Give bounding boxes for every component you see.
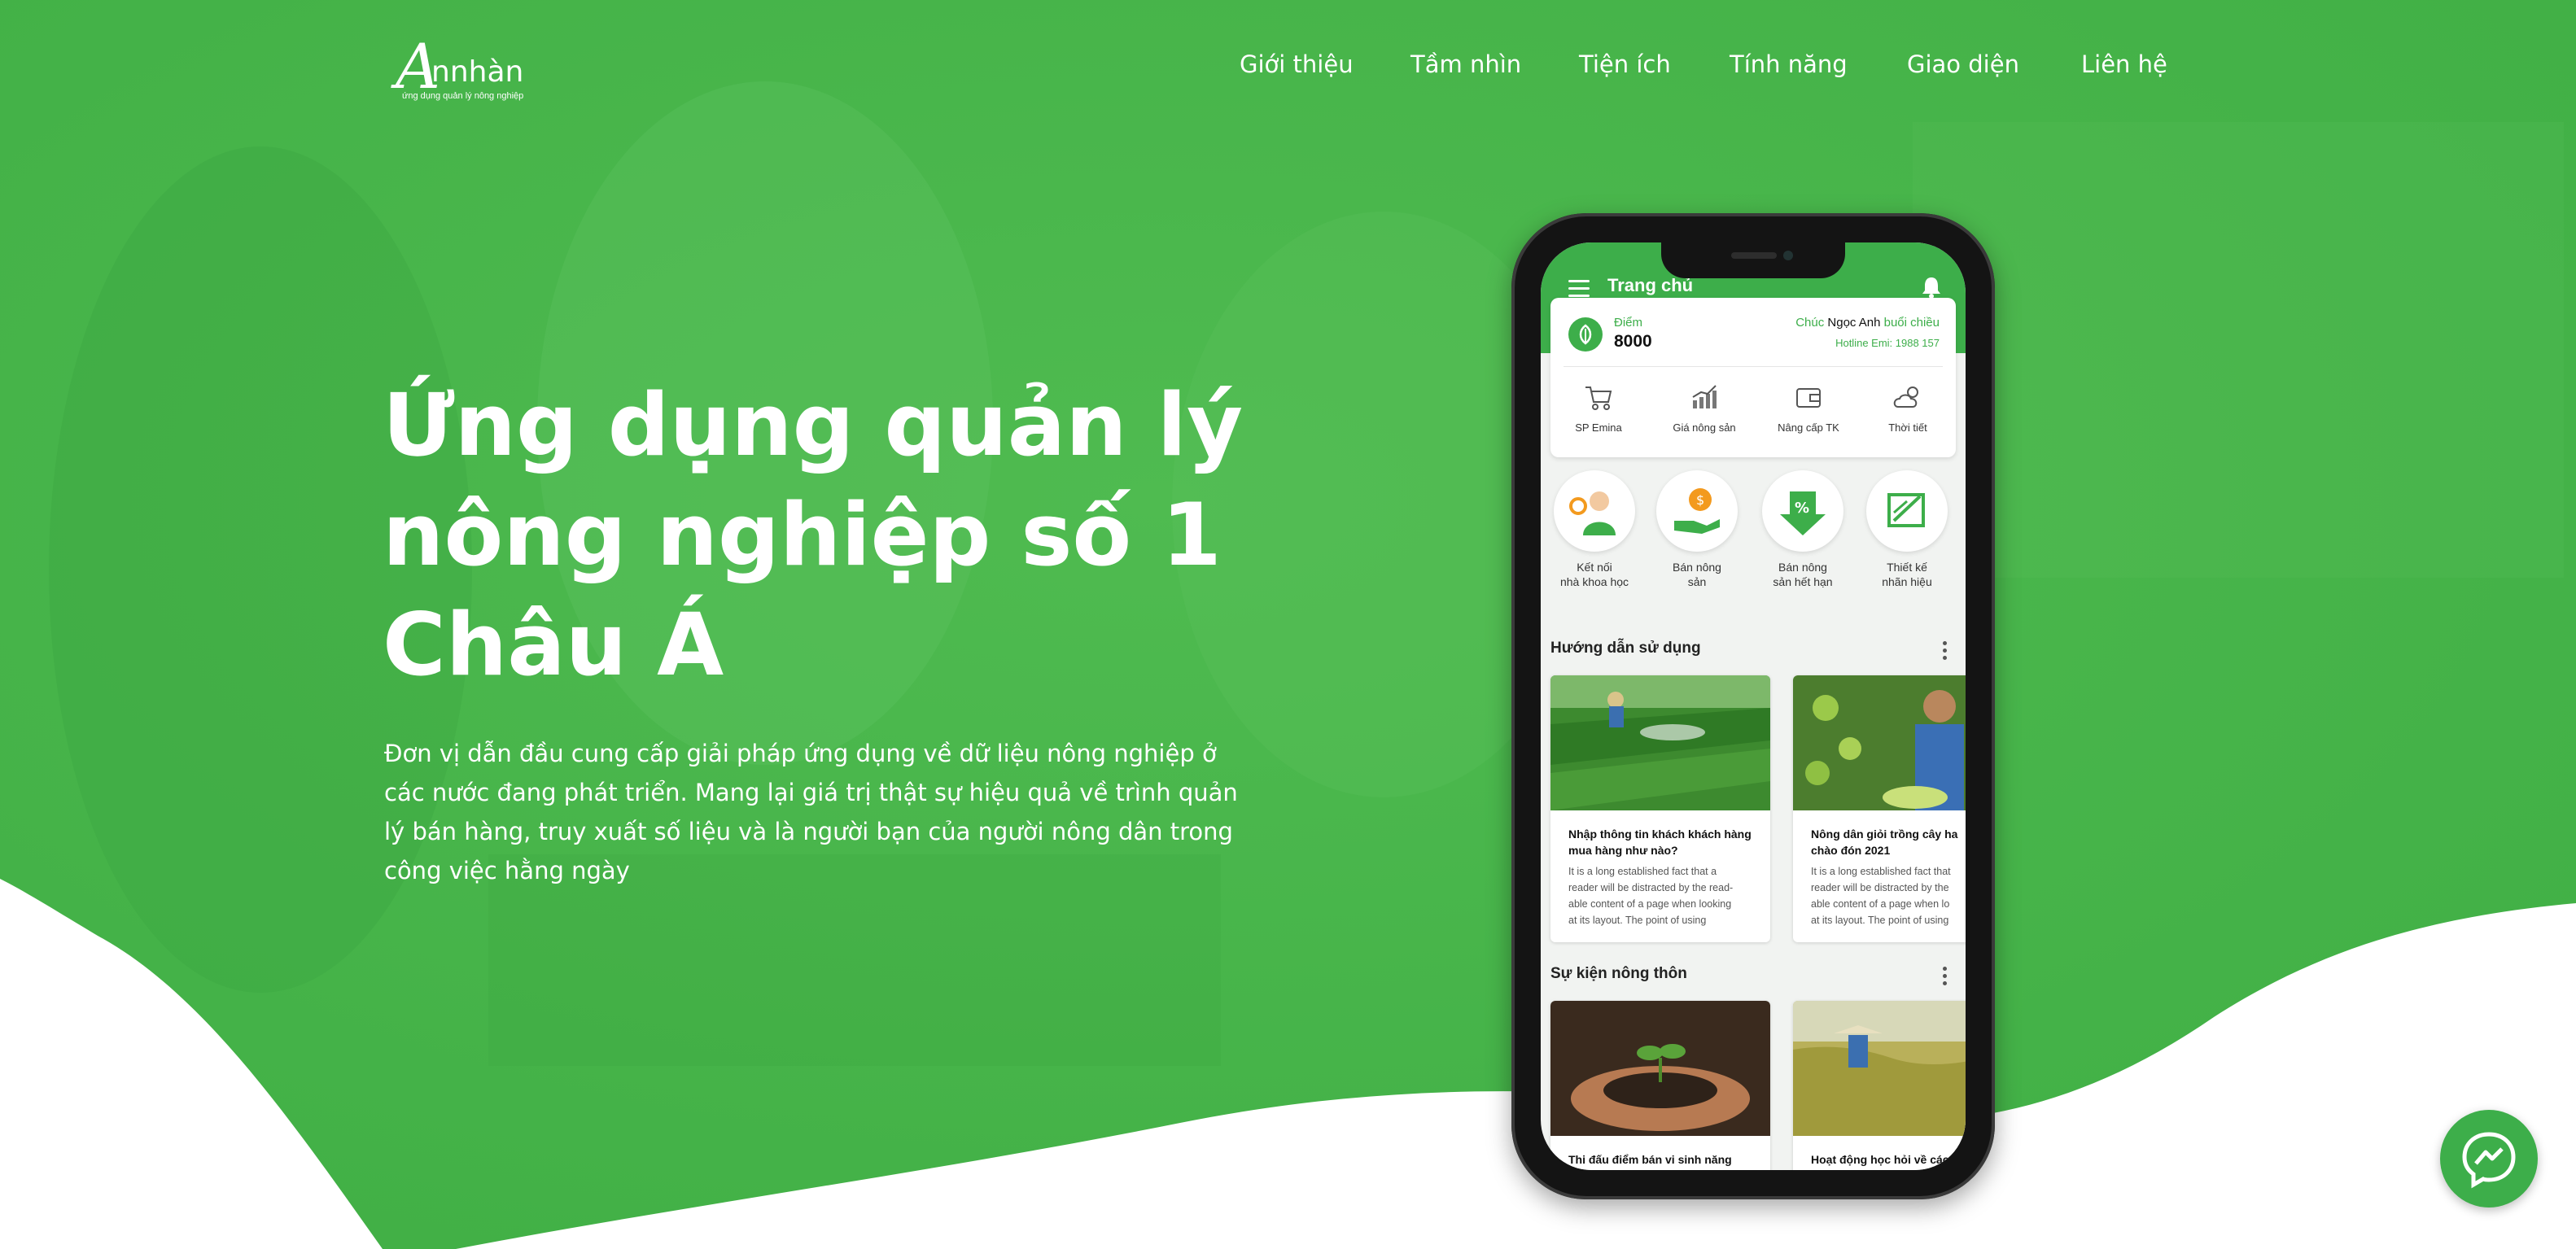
bell-icon[interactable] — [1920, 275, 1943, 299]
points-label: Điểm — [1614, 316, 1643, 330]
quick-action-gia-nong-san[interactable]: Giá nông sản — [1660, 382, 1749, 434]
svg-text:$: $ — [1696, 492, 1704, 508]
hero-title-line: Châu Á — [383, 595, 724, 695]
price-chart-icon — [1692, 385, 1717, 408]
event-card-title: Thi đấu điểm bán vi sinh năng — [1568, 1153, 1732, 1166]
event-card[interactable]: Hoạt động học hỏi về các — [1793, 1001, 1966, 1170]
guide-section-title: Hướng dẫn sử dụng — [1550, 640, 1701, 657]
quick-action-sp-emina[interactable]: SP Emina — [1554, 382, 1643, 434]
feature-ban-nong-san[interactable]: $ Bán nông sản — [1648, 470, 1746, 589]
quick-action-label: Thời tiết — [1888, 421, 1927, 434]
weather-icon — [1893, 386, 1918, 408]
app-title: Trang chủ — [1607, 275, 1694, 295]
seedling-hands-image — [1550, 1001, 1770, 1136]
phone-screen: Trang chủ Điểm 8000 Chúc Ngọc Anh buổi c… — [1541, 242, 1966, 1170]
greeting-prefix: Chúc — [1795, 316, 1825, 330]
phone-mockup: Trang chủ Điểm 8000 Chúc Ngọc Anh buổi c… — [1511, 213, 1995, 1199]
nav-link-tam-nhin[interactable]: Tầm nhìn — [1410, 50, 1521, 78]
messenger-icon — [2462, 1132, 2516, 1189]
rice-field-image — [1793, 1001, 1966, 1136]
svg-text:%: % — [1795, 500, 1809, 517]
points-value: 8000 — [1614, 332, 1652, 351]
design-icon — [1866, 470, 1948, 552]
feature-ket-noi-nha-khoa-hoc[interactable]: Kết nối nhà khoa học — [1546, 470, 1643, 589]
scientist-icon — [1554, 470, 1635, 552]
nav-link-lien-he[interactable]: Liên hệ — [2081, 50, 2167, 78]
feature-ban-nong-san-het-han[interactable]: % Bán nông sản hết hạn — [1754, 470, 1852, 589]
feature-label: Bán nông sản — [1673, 561, 1721, 588]
nav-link-giao-dien[interactable]: Giao diện — [1907, 50, 2019, 78]
discount-icon: % — [1762, 470, 1843, 552]
wallet-icon — [1796, 388, 1821, 408]
greeting-suffix: buổi chiều — [1883, 316, 1940, 330]
events-section-title: Sự kiện nông thôn — [1550, 965, 1687, 982]
event-card-title: Hoạt động học hỏi về các — [1811, 1153, 1949, 1166]
hero-section: A nnhàn ứng dụng quản lý nông nghiệp Giớ… — [0, 0, 2576, 1249]
feature-label: Thiết kế nhãn hiệu — [1882, 561, 1932, 588]
card-divider — [1564, 366, 1943, 367]
messenger-chat-button[interactable] — [2440, 1110, 2538, 1208]
camera-dot — [1783, 251, 1793, 260]
money-hand-icon: $ — [1656, 470, 1738, 552]
hotline: Hotline Emi: 1988 157 — [1835, 337, 1940, 349]
brand-logo[interactable]: A nnhàn ứng dụng quản lý nông nghiệp — [396, 36, 534, 104]
greeting-name: Ngọc Anh — [1827, 316, 1881, 330]
speaker-grille — [1731, 252, 1777, 259]
greeting: Chúc Ngọc Anh buổi chiều — [1795, 316, 1940, 330]
event-card[interactable]: Thi đấu điểm bán vi sinh năng — [1550, 1001, 1770, 1170]
quick-action-label: Giá nông sản — [1673, 421, 1736, 434]
guide-card-body: It is a long established fact that a rea… — [1568, 866, 1734, 926]
hero-title-line: nông nghiệp số 1 — [383, 485, 1222, 585]
feature-label: Kết nối nhà khoa học — [1559, 561, 1629, 588]
feature-thiet-ke-nhan-hieu[interactable]: Thiết kế nhãn hiệu — [1858, 470, 1956, 589]
guide-card[interactable]: Nông dân giỏi trồng cây ha chào đón 2021 … — [1793, 675, 1966, 942]
points-card: Điểm 8000 Chúc Ngọc Anh buổi chiều Hotli… — [1550, 298, 1956, 457]
hamburger-menu-icon[interactable] — [1568, 280, 1590, 297]
guide-card-title: Nông dân giỏi trồng cây ha chào đón 2021 — [1811, 828, 1958, 857]
nav-link-gioi-thieu[interactable]: Giới thiệu — [1240, 50, 1354, 78]
quick-action-label: SP Emina — [1575, 421, 1622, 434]
cart-icon — [1585, 386, 1612, 410]
citrus-farmer-image — [1793, 675, 1966, 810]
logo-tagline: ứng dụng quản lý nông nghiệp — [402, 91, 524, 101]
phone-notch — [1661, 242, 1845, 278]
hero-title: Ứng dụng quản lý nông nghiệp số 1 Châu Á — [383, 370, 1319, 700]
logo-text: nnhàn — [431, 55, 524, 89]
nav-link-tien-ich[interactable]: Tiện ích — [1579, 50, 1671, 78]
leaf-icon — [1568, 317, 1603, 352]
guide-card-title: Nhập thông tin khách khách hàng mua hàng … — [1568, 828, 1752, 857]
more-vertical-icon[interactable] — [1943, 967, 1948, 989]
hero-title-line: Ứng dụng quản lý — [383, 375, 1244, 475]
field-spraying-image — [1550, 675, 1770, 810]
hero-description: Đơn vị dẫn đầu cung cấp giải pháp ứng dụ… — [384, 740, 1238, 884]
quick-action-thoi-tiet[interactable]: Thời tiết — [1863, 382, 1953, 434]
quick-action-label: Nâng cấp TK — [1778, 421, 1839, 434]
feature-label: Bán nông sản hết hạn — [1773, 561, 1833, 588]
quick-action-nang-cap-tk[interactable]: Nâng cấp TK — [1764, 382, 1853, 434]
more-vertical-icon[interactable] — [1943, 641, 1948, 663]
guide-card-body: It is a long established fact that reade… — [1811, 866, 1951, 926]
nav-link-tinh-nang[interactable]: Tính năng — [1730, 50, 1848, 78]
guide-card[interactable]: Nhập thông tin khách khách hàng mua hàng … — [1550, 675, 1770, 942]
